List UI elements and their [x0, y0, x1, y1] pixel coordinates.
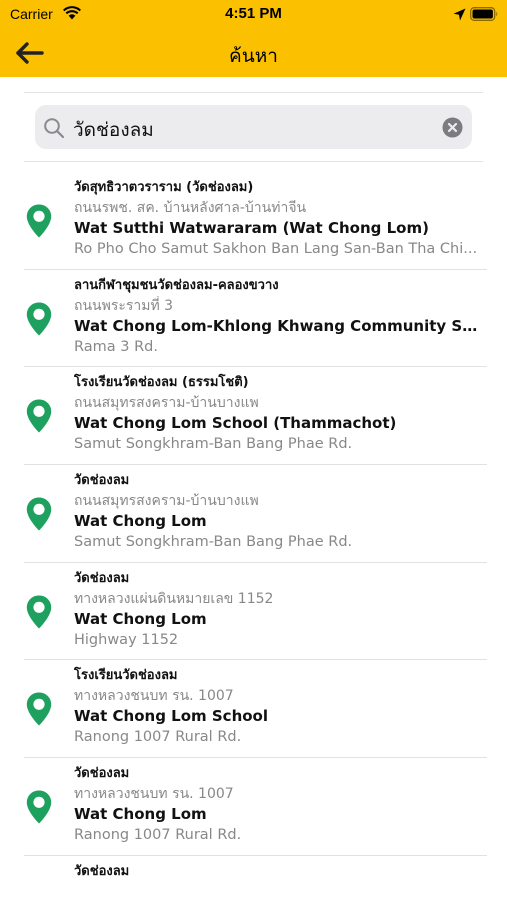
result-name-english: Wat Chong Lom [74, 805, 207, 824]
list-item[interactable]: โรงเรียนวัดช่องลม (ธรรมโชติ) ถนนสมุทรสงคร… [0, 367, 507, 466]
result-name-english: Wat Chong Lom School [74, 707, 268, 726]
result-road-english: Rama 3 Rd. [74, 338, 158, 355]
result-texts: โรงเรียนวัดช่องลม (ธรรมโชติ) ถนนสมุทรสงคร… [74, 373, 487, 455]
location-pin-icon [26, 302, 52, 336]
results-list: วัดสุทธิวาตวราราม (วัดช่องลม) ถนนรพช. สค.… [0, 172, 507, 886]
location-pin-icon [25, 594, 53, 630]
result-texts: วัดช่องลมทางหลวงชนบท รน. 1007 Wat Chong L… [74, 764, 487, 846]
search-input[interactable]: วัดช่องลม [73, 115, 154, 145]
result-name-thai: วัดช่องลม [74, 766, 130, 782]
search-field[interactable]: วัดช่องลม [35, 105, 472, 149]
result-texts: ลานกีฬาชุมชนวัดช่องลม-คลองขวางถนนพระรามท… [74, 276, 487, 358]
result-road-thai: ทางหลวงชนบท รน. 1007 [74, 688, 234, 705]
result-road-english: Samut Songkhram-Ban Bang Phae Rd. [74, 534, 353, 551]
result-road-english: Highway 1152 [74, 631, 179, 648]
location-pin-icon [25, 398, 53, 434]
result-texts: วัดช่องลมถนนสมุทรสงคราม-บ้านบางแพ Wat Cho… [74, 471, 487, 553]
location-pin-icon [26, 692, 52, 726]
list-item[interactable]: วัดช่องลมทางหลวงแผ่นดินหมายเลข 1152 Wat C… [0, 563, 507, 661]
location-arrow-icon [453, 6, 466, 25]
list-item[interactable]: วัดช่องลมถนนสมุทรสงคราม-บ้านบางแพ Wat Cho… [0, 465, 507, 563]
result-texts: วัดสุทธิวาตวราราม (วัดช่องลม) ถนนรพช. สค.… [74, 178, 487, 260]
page-title: ค้นหา [229, 45, 278, 67]
result-road-english: Ranong 1007 Rural Rd. [74, 827, 242, 844]
clear-search-button[interactable] [442, 117, 463, 138]
result-road-thai: ถนนพระรามที่ 3 [74, 297, 174, 314]
location-pin-icon [26, 204, 52, 238]
result-name-english: Wat Chong Lom-Khlong Khwang Community Sp… [74, 316, 487, 335]
location-pin-icon [26, 790, 52, 824]
list-item[interactable]: วัดช่องลม [0, 856, 507, 886]
result-name-thai: โรงเรียนวัดช่องลม [74, 668, 178, 684]
divider [24, 161, 483, 162]
result-texts: วัดช่องลมทางหลวงแผ่นดินหมายเลข 1152 Wat C… [74, 569, 487, 651]
app-header: Carrier 4:51 PM ค้นหา [0, 0, 507, 77]
result-texts: โรงเรียนวัดช่องลมทางหลวงชนบท รน. 1007 Wat… [74, 666, 487, 748]
list-item[interactable]: วัดช่องลมทางหลวงชนบท รน. 1007 Wat Chong L… [0, 758, 507, 856]
search-icon [43, 117, 65, 143]
result-name-thai: วัดช่องลม [74, 863, 130, 879]
status-bar: Carrier 4:51 PM [0, 0, 507, 30]
battery-icon [470, 6, 499, 25]
location-pin-icon [26, 399, 52, 433]
result-road-thai: ทางหลวงแผ่นดินหมายเลข 1152 [74, 590, 274, 607]
result-name-english: Wat Sutthi Watwararam (Wat Chong Lom) [74, 219, 429, 237]
result-name-thai: โรงเรียนวัดช่องลม (ธรรมโชติ) [74, 375, 249, 391]
clear-icon [442, 117, 463, 138]
result-name-thai: วัดสุทธิวาตวราราม (วัดช่องลม) [74, 180, 254, 195]
result-name-english: Wat Chong Lom School (Thammachot) [74, 414, 397, 433]
location-pin-icon [26, 497, 52, 531]
result-name-thai: วัดช่องลม [74, 570, 130, 586]
divider [24, 92, 483, 93]
result-road-thai: ถนนสมุทรสงคราม-บ้านบางแพ [74, 493, 259, 510]
location-pin-icon [25, 691, 53, 727]
location-pin-icon [26, 595, 52, 629]
navigation-bar: ค้นหา [0, 30, 507, 77]
result-road-thai: ทางหลวงชนบท รน. 1007 [74, 786, 234, 803]
location-pin-icon [25, 789, 53, 825]
result-road-thai: ถนนสมุทรสงคราม-บ้านบางแพ [74, 395, 259, 412]
result-name-english: Wat Chong Lom [74, 609, 207, 628]
result-road-thai: ถนนรพช. สค. บ้านหลังศาล-บ้านท่าจีน [74, 200, 307, 216]
result-road-english: Ro Pho Cho Samut Sakhon Ban Lang San-Ban… [74, 241, 478, 257]
list-item[interactable]: ลานกีฬาชุมชนวัดช่องลม-คลองขวางถนนพระรามท… [0, 270, 507, 368]
result-name-english: Wat Chong Lom [74, 512, 207, 531]
list-item[interactable]: โรงเรียนวัดช่องลมทางหลวงชนบท รน. 1007 Wat… [0, 660, 507, 759]
result-name-thai: ลานกีฬาชุมชนวัดช่องลม-คลองขวาง [74, 277, 279, 293]
result-road-english: Ranong 1007 Rural Rd. [74, 729, 242, 746]
result-texts: วัดช่องลม [74, 862, 487, 882]
location-pin-icon [25, 203, 53, 239]
location-pin-icon [25, 496, 53, 532]
location-pin-icon [25, 301, 53, 337]
list-item[interactable]: วัดสุทธิวาตวราราม (วัดช่องลม) ถนนรพช. สค.… [0, 172, 507, 270]
result-road-english: Samut Songkhram-Ban Bang Phae Rd. [74, 436, 353, 453]
result-name-thai: วัดช่องลม [74, 473, 130, 489]
status-time: 4:51 PM [225, 5, 282, 22]
